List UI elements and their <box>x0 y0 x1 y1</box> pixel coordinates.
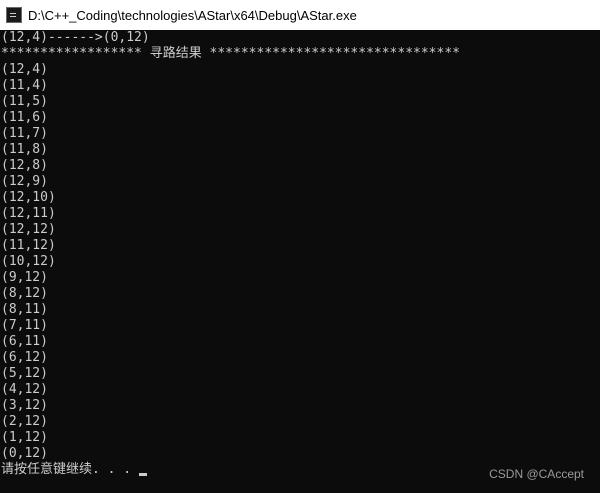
console-app-icon <box>6 7 22 23</box>
path-step-line: (12,10) <box>1 190 56 205</box>
press-any-key-prompt: 请按任意键继续. . . <box>1 462 148 478</box>
path-step-line: (10,12) <box>1 254 56 269</box>
route-header-line: (12,4)------>(0,12) <box>1 30 150 45</box>
path-step-line: (12,4) <box>1 62 48 77</box>
path-step-line: (11,6) <box>1 110 48 125</box>
path-step-line: (12,11) <box>1 206 56 221</box>
path-step-line: (8,11) <box>1 302 48 317</box>
path-step-line: (6,11) <box>1 334 48 349</box>
path-step-line: (8,12) <box>1 286 48 301</box>
window-titlebar[interactable]: D:\C++_Coding\technologies\AStar\x64\Deb… <box>0 0 600 30</box>
path-step-line: (6,12) <box>1 350 48 365</box>
path-step-line: (9,12) <box>1 270 48 285</box>
path-step-line: (11,8) <box>1 142 48 157</box>
path-step-line: (7,11) <box>1 318 48 333</box>
path-step-line: (0,12) <box>1 446 48 461</box>
path-step-line: (3,12) <box>1 398 48 413</box>
prompt-text: 请按任意键继续. . . <box>1 462 132 477</box>
path-step-line: (2,12) <box>1 414 48 429</box>
window-title: D:\C++_Coding\technologies\AStar\x64\Deb… <box>28 7 357 23</box>
path-step-line: (11,5) <box>1 94 48 109</box>
path-step-line: (12,9) <box>1 174 48 189</box>
watermark: CSDN @CAccept <box>489 467 584 481</box>
text-cursor <box>139 472 148 476</box>
path-step-line: (1,12) <box>1 430 48 445</box>
path-step-line: (12,8) <box>1 158 48 173</box>
path-step-line: (11,7) <box>1 126 48 141</box>
path-step-line: (5,12) <box>1 366 48 381</box>
path-step-line: (11,12) <box>1 238 56 253</box>
path-step-line: (12,12) <box>1 222 56 237</box>
path-step-line: (4,12) <box>1 382 48 397</box>
result-banner-line: ****************** 寻路结果 ****************… <box>1 46 460 61</box>
console-output[interactable]: (12,4)------>(0,12) ****************** 寻… <box>0 30 600 493</box>
path-step-line: (11,4) <box>1 78 48 93</box>
